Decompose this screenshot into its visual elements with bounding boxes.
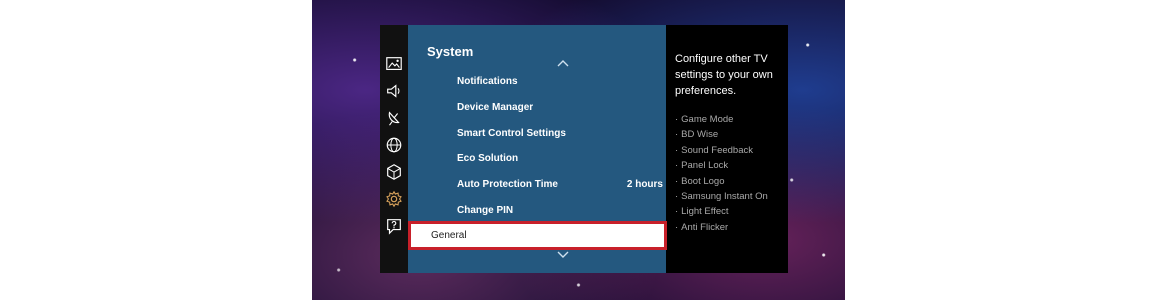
settings-gear-icon[interactable]: [384, 189, 404, 209]
category-icon-rail: [380, 25, 408, 273]
network-icon[interactable]: [384, 135, 404, 155]
list-item-label: Boot Logo: [681, 175, 725, 187]
menu-item-general-selected[interactable]: General: [408, 221, 667, 250]
menu-item-notifications[interactable]: Notifications: [457, 69, 697, 93]
menu-item-label: Change PIN: [457, 204, 514, 216]
menu-item-value: 2 hours: [626, 178, 663, 190]
menu-item-eco-solution[interactable]: Eco Solution: [457, 146, 697, 170]
menu-item-auto-protection-time[interactable]: Auto Protection Time 2 hours: [457, 172, 663, 196]
sound-icon[interactable]: [384, 81, 404, 101]
scroll-down-chevron-icon[interactable]: [556, 250, 570, 260]
panel-title: System: [427, 44, 474, 59]
bullet: ·: [675, 221, 679, 233]
system-box-icon[interactable]: [384, 162, 404, 182]
menu-item-label: General: [431, 230, 467, 241]
broadcasting-icon[interactable]: [384, 108, 404, 128]
bullet: ·: [675, 175, 679, 187]
list-item: · Anti Flicker: [675, 220, 788, 235]
list-item: · Boot Logo: [675, 174, 788, 189]
menu-item-label: Notifications: [457, 75, 518, 87]
menu-item-label: Auto Protection Time: [457, 178, 558, 190]
menu-item-device-manager[interactable]: Device Manager: [457, 95, 697, 119]
menu-item-label: Device Manager: [457, 101, 534, 113]
menu-item-change-pin[interactable]: Change PIN: [457, 198, 697, 222]
menu-item-smart-control-settings[interactable]: Smart Control Settings: [457, 121, 697, 145]
scroll-up-chevron-icon[interactable]: [556, 58, 570, 68]
list-item-label: Anti Flicker: [681, 221, 729, 233]
menu-item-label: Smart Control Settings: [457, 127, 566, 139]
picture-icon[interactable]: [384, 54, 404, 74]
menu-item-label: Eco Solution: [457, 152, 519, 164]
support-icon[interactable]: [384, 216, 404, 236]
